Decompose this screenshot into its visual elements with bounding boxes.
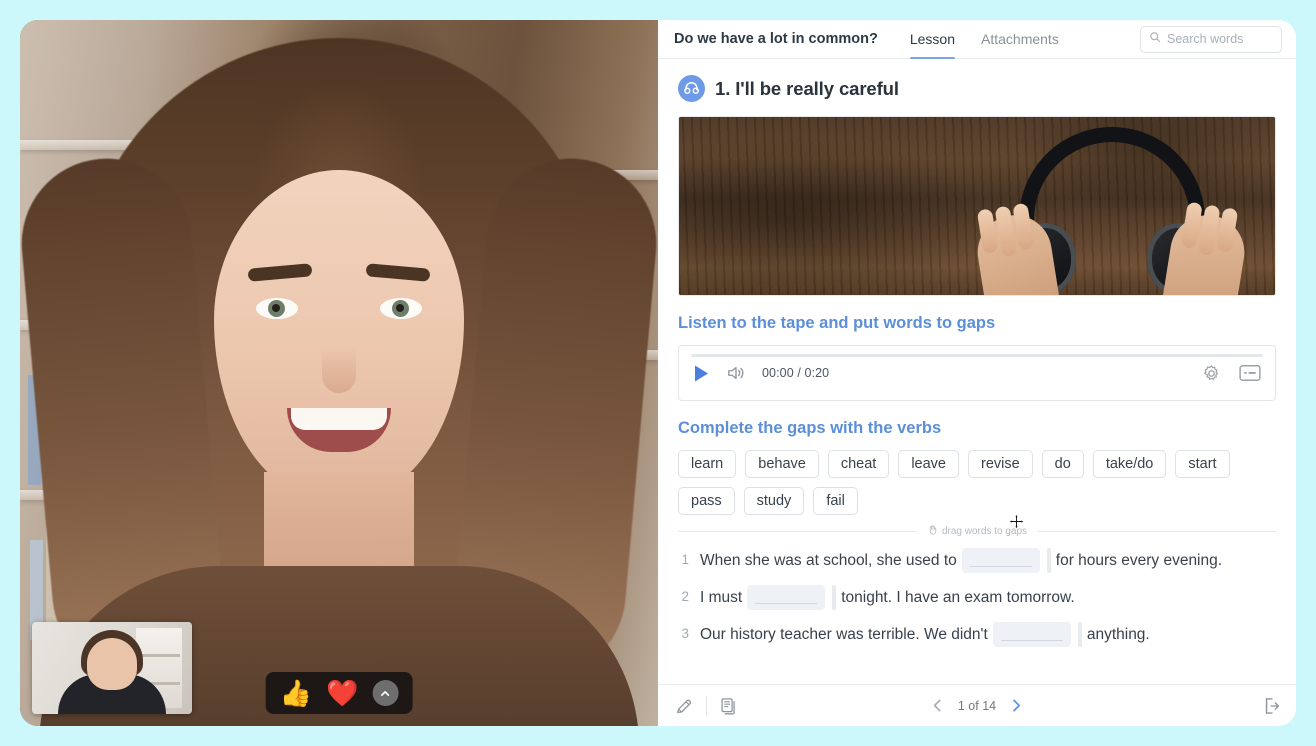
page-indicator: 1 of 14 bbox=[957, 698, 997, 713]
drag-hint-text: drag words to gaps bbox=[941, 525, 1028, 537]
word-bank: learn behave cheat leave revise do take/… bbox=[678, 450, 1276, 515]
word-chip[interactable]: cheat bbox=[827, 450, 890, 478]
lesson-header: Do we have a lot in common? Lesson Attac… bbox=[658, 20, 1296, 59]
gap-slot[interactable] bbox=[747, 585, 826, 610]
exercise-row: 1 When she was at school, she used to fo… bbox=[678, 542, 1276, 579]
audio-progress-bar[interactable] bbox=[691, 354, 1263, 357]
item-number: 3 bbox=[681, 626, 689, 642]
word-chip[interactable]: behave bbox=[745, 450, 819, 478]
word-chip[interactable]: learn bbox=[678, 450, 737, 478]
tab-attachments[interactable]: Attachments bbox=[981, 20, 1059, 58]
headphones-icon bbox=[678, 75, 705, 102]
miniplayer-icon[interactable] bbox=[1239, 364, 1261, 382]
item-number: 1 bbox=[681, 552, 689, 568]
lesson-panel: Do we have a lot in common? Lesson Attac… bbox=[658, 20, 1296, 726]
heart-reaction[interactable]: ❤️ bbox=[326, 680, 358, 706]
drag-hint: drag words to gaps bbox=[678, 524, 1276, 538]
item-number: 2 bbox=[681, 589, 689, 605]
gap-caret bbox=[1077, 622, 1082, 647]
play-icon[interactable] bbox=[693, 364, 710, 383]
audio-player[interactable]: 00:00 / 0:20 bbox=[678, 345, 1276, 401]
exercise-row: 3 Our history teacher was terrible. We d… bbox=[678, 616, 1276, 653]
gap-caret bbox=[1046, 548, 1051, 573]
participant-face bbox=[214, 170, 464, 500]
sentence-before: When she was at school, she used to bbox=[700, 551, 957, 569]
search-words-box[interactable] bbox=[1140, 25, 1282, 53]
thumbs-up-reaction[interactable]: 👍 bbox=[280, 680, 312, 706]
search-icon bbox=[1149, 30, 1161, 48]
listening-section-heading: Listen to the tape and put words to gaps bbox=[678, 314, 996, 332]
pencil-icon[interactable] bbox=[674, 696, 694, 716]
task-title: 1. I'll be really careful bbox=[715, 77, 899, 99]
gap-fill-exercise: 1 When she was at school, she used to fo… bbox=[678, 542, 1276, 653]
gap-caret bbox=[832, 585, 837, 610]
app-window: 👍 ❤️ Do we have a lot in common? Lesson … bbox=[20, 20, 1296, 726]
word-chip[interactable]: study bbox=[743, 487, 805, 515]
word-chip[interactable]: leave bbox=[898, 450, 959, 478]
sentence-after: anything. bbox=[1086, 625, 1150, 643]
lesson-hero-image bbox=[678, 116, 1276, 296]
task-header: 1. I'll be really careful bbox=[678, 75, 1276, 102]
gap-slot[interactable] bbox=[961, 548, 1040, 573]
lesson-title: Do we have a lot in common? bbox=[674, 31, 878, 47]
word-chip[interactable]: start bbox=[1175, 450, 1230, 478]
footer-divider bbox=[706, 695, 707, 716]
self-view-thumbnail[interactable] bbox=[32, 622, 192, 714]
page-navigation: 1 of 14 bbox=[931, 698, 1023, 713]
word-chip[interactable]: fail bbox=[813, 487, 858, 515]
sentence-before: I must bbox=[700, 588, 743, 606]
search-input[interactable] bbox=[1167, 32, 1273, 46]
audio-time-display: 00:00 / 0:20 bbox=[762, 366, 830, 380]
lesson-content: 1. I'll be really careful Listen to the … bbox=[658, 59, 1296, 684]
sentence-after: tonight. I have an exam tomorrow. bbox=[841, 588, 1075, 606]
documents-icon[interactable] bbox=[719, 696, 739, 716]
tab-lesson[interactable]: Lesson bbox=[909, 20, 956, 59]
sentence-before: Our history teacher was terrible. We did… bbox=[700, 625, 988, 643]
exit-icon[interactable] bbox=[1262, 696, 1282, 716]
chevron-up-icon[interactable] bbox=[372, 680, 399, 706]
gear-icon[interactable] bbox=[1202, 364, 1221, 383]
gap-slot[interactable] bbox=[992, 622, 1071, 647]
exercise-row: 2 I must tonight. I have an exam tomorro… bbox=[678, 579, 1276, 616]
lesson-footer: 1 of 14 bbox=[658, 684, 1296, 726]
drag-hand-icon bbox=[927, 524, 938, 538]
word-chip[interactable]: revise bbox=[967, 450, 1033, 478]
chevron-right-icon[interactable] bbox=[1010, 698, 1023, 713]
word-chip[interactable]: do bbox=[1041, 450, 1084, 478]
chevron-left-icon[interactable] bbox=[931, 698, 944, 713]
reaction-toolbar[interactable]: 👍 ❤️ bbox=[265, 672, 413, 714]
video-call-panel[interactable]: 👍 ❤️ bbox=[20, 20, 658, 726]
lesson-tabs: Lesson Attachments bbox=[909, 20, 1059, 59]
word-chip[interactable]: take/do bbox=[1092, 450, 1167, 478]
word-chip[interactable]: pass bbox=[678, 487, 735, 515]
gaps-section-heading: Complete the gaps with the verbs bbox=[678, 419, 942, 437]
sentence-after: for hours every evening. bbox=[1055, 551, 1223, 569]
volume-icon[interactable] bbox=[726, 364, 746, 382]
